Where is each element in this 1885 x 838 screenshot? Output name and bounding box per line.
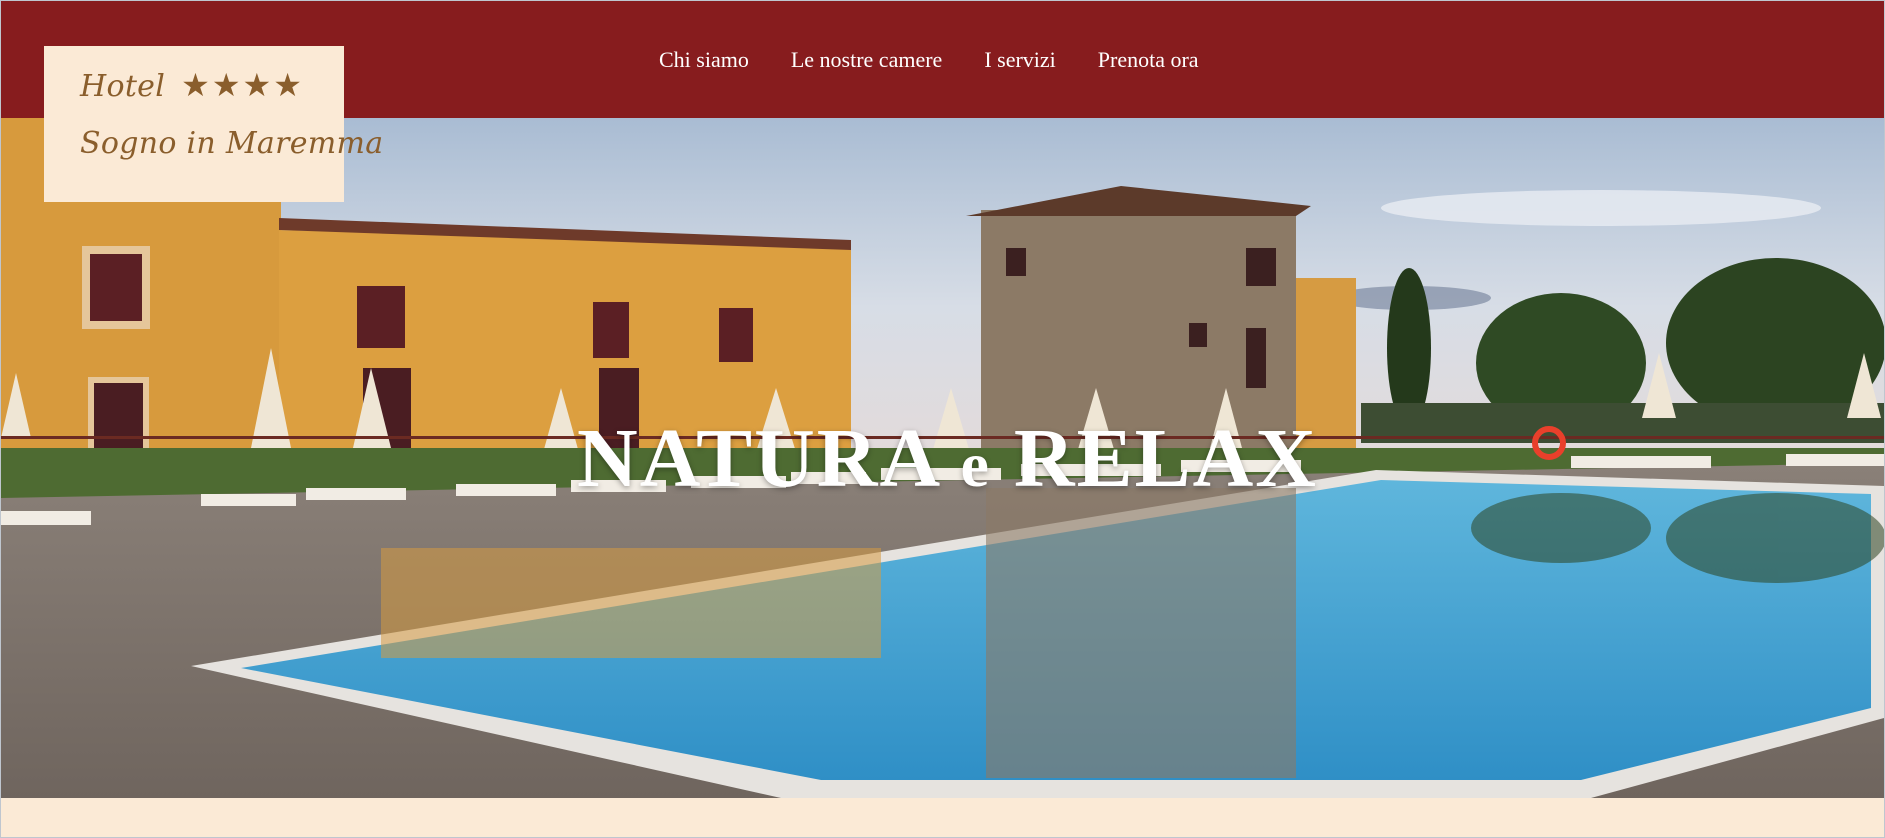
logo-line-name: Sogno in Maremma: [80, 126, 384, 161]
hero-title-e: e: [960, 429, 991, 500]
hero-title-natura: NATURA: [577, 412, 938, 505]
nav-link-servizi[interactable]: I servizi: [984, 45, 1055, 75]
hotel-logo[interactable]: Hotel ★★★★ Sogno in Maremma: [44, 46, 383, 202]
hero-title-relax: RELAX: [1013, 412, 1318, 505]
content-strip: [1, 798, 1884, 837]
hero-title: NATURA e RELAX: [1, 410, 1884, 507]
nav-link-chi-siamo[interactable]: Chi siamo: [659, 45, 749, 75]
nav-link-prenota[interactable]: Prenota ora: [1098, 45, 1199, 75]
nav-link-camere[interactable]: Le nostre camere: [791, 45, 942, 75]
logo-hotel-text: Hotel: [80, 69, 166, 104]
logo-line-hotel: Hotel ★★★★: [80, 66, 304, 104]
star-rating-icon: ★★★★: [181, 66, 304, 104]
main-nav: Chi siamo Le nostre camere I servizi Pre…: [659, 45, 1199, 75]
hero-banner: NATURA e RELAX: [1, 118, 1884, 798]
